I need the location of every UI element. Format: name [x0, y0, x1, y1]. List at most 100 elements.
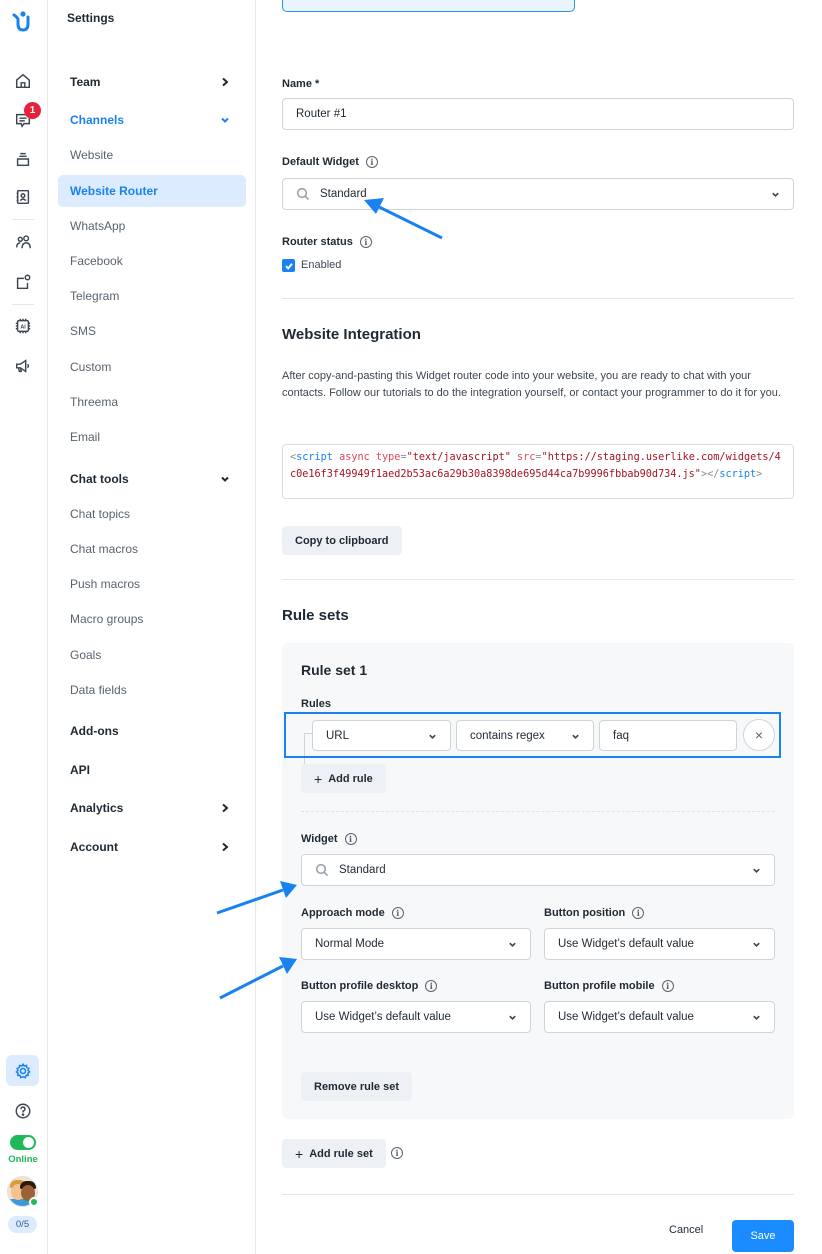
nav-item-chat-macros[interactable]: Chat macros [58, 533, 246, 565]
nav-title: Settings [67, 11, 115, 25]
add-rule-set-label: Add rule set [309, 1147, 373, 1160]
add-rule-set-button[interactable]: + Add rule set [282, 1139, 386, 1168]
search-icon [315, 863, 329, 877]
nav-item-channels[interactable]: Channels [58, 104, 246, 136]
info-icon[interactable]: i [632, 907, 645, 919]
chevron-down-icon [771, 190, 780, 199]
nav-item-push-macros[interactable]: Push macros [58, 568, 246, 600]
nav-item-data-fields[interactable]: Data fields [58, 674, 246, 706]
search-icon [296, 187, 310, 201]
avatar-online-dot [29, 1197, 39, 1207]
dashed-divider [301, 811, 775, 812]
chevron-down-icon [508, 1013, 517, 1022]
info-icon[interactable]: i [359, 236, 372, 248]
home-icon[interactable] [12, 70, 34, 92]
widget-label-text: Widget [301, 833, 338, 845]
info-icon[interactable]: i [391, 1147, 403, 1159]
button-profile-mobile-select[interactable]: Use Widget’s default value [544, 1001, 775, 1033]
copy-to-clipboard-button[interactable]: Copy to clipboard [282, 526, 402, 555]
section-divider [282, 298, 794, 299]
info-icon[interactable]: i [365, 156, 378, 168]
main-content: Name * Router #1 Default Widget i Standa… [256, 0, 822, 1254]
nav-item-telegram[interactable]: Telegram [58, 280, 246, 312]
nav-item-threema[interactable]: Threema [58, 386, 246, 418]
nav-item-custom[interactable]: Custom [58, 351, 246, 383]
nav-item-api[interactable]: API [58, 754, 246, 786]
info-icon[interactable]: i [391, 907, 404, 919]
annotation-highlight-box [284, 712, 781, 758]
add-rule-button[interactable]: + Add rule [301, 764, 386, 793]
default-widget-select[interactable]: Standard [282, 178, 794, 210]
rules-label: Rules [301, 698, 331, 710]
enabled-label[interactable]: Enabled [301, 259, 341, 271]
code-token: type [375, 452, 401, 463]
plus-icon: + [295, 1145, 304, 1162]
code-token: script [719, 469, 757, 480]
nav-item-analytics[interactable]: Analytics [58, 792, 246, 824]
nav-item-label: Analytics [70, 801, 124, 815]
info-icon[interactable]: i [425, 980, 438, 992]
button-profile-desktop-value: Use Widget’s default value [315, 1011, 451, 1023]
nav-item-chat-tools[interactable]: Chat tools [58, 463, 246, 495]
nav-item-whatsapp[interactable]: WhatsApp [58, 210, 246, 242]
add-rule-label: Add rule [328, 772, 373, 785]
integrations-icon[interactable] [12, 271, 34, 293]
approach-mode-label-text: Approach mode [301, 907, 385, 919]
router-status-label: Router status i [282, 236, 372, 248]
nav-item-goals[interactable]: Goals [58, 639, 246, 671]
rail-divider [12, 219, 34, 220]
name-input-value: Router #1 [296, 108, 347, 120]
code-token: async [339, 452, 370, 463]
nav-item-account[interactable]: Account [58, 831, 246, 863]
nav-item-facebook[interactable]: Facebook [58, 245, 246, 277]
nav-item-team[interactable]: Team [58, 66, 246, 98]
approach-mode-label: Approach mode i [301, 907, 404, 919]
button-profile-desktop-select[interactable]: Use Widget’s default value [301, 1001, 531, 1033]
chevron-right-icon [220, 841, 230, 852]
inbox-stack-icon[interactable] [12, 148, 34, 170]
info-icon[interactable]: i [344, 833, 357, 845]
code-token: ></ [700, 469, 720, 480]
nav-item-label: Channels [70, 113, 125, 127]
enabled-checkbox[interactable] [282, 259, 295, 272]
nav-item-email[interactable]: Email [58, 421, 246, 453]
button-position-select[interactable]: Use Widget’s default value [544, 928, 775, 960]
widget-select[interactable]: Standard [301, 854, 775, 886]
approach-mode-value: Normal Mode [315, 938, 385, 950]
nav-item-website-router[interactable]: Website Router [58, 175, 246, 207]
rule-sets-heading: Rule sets [282, 607, 349, 624]
help-icon[interactable] [12, 1100, 34, 1122]
remove-rule-set-button[interactable]: Remove rule set [301, 1072, 412, 1101]
scrolled-info-box [282, 0, 575, 12]
nav-item-macro-groups[interactable]: Macro groups [58, 603, 246, 635]
team-icon[interactable] [12, 231, 34, 253]
svg-text:AI: AI [20, 324, 26, 330]
approach-mode-select[interactable]: Normal Mode [301, 928, 531, 960]
chat-unread-badge: 1 [24, 102, 41, 119]
ai-chip-icon[interactable]: AI [12, 315, 34, 337]
megaphone-icon[interactable] [12, 355, 34, 377]
button-position-label-text: Button position [544, 907, 626, 919]
nav-item-sms[interactable]: SMS [58, 315, 246, 347]
logo-icon[interactable] [10, 8, 36, 34]
integration-description: After copy-and-pasting this Widget route… [282, 370, 781, 399]
chevron-down-icon [220, 114, 230, 124]
contacts-icon[interactable] [12, 186, 34, 208]
rail-divider [12, 304, 34, 305]
save-button[interactable]: Save [732, 1220, 794, 1252]
nav-item-chat-topics[interactable]: Chat topics [58, 498, 246, 530]
nav-item-add-ons[interactable]: Add-ons [58, 715, 246, 747]
info-icon[interactable]: i [661, 980, 674, 992]
name-label: Name * [282, 78, 320, 90]
name-input[interactable]: Router #1 [282, 98, 794, 130]
icon-rail: 1 AI Online 0/5 [0, 0, 48, 1254]
online-status-toggle[interactable] [10, 1135, 36, 1150]
settings-gear-icon[interactable] [6, 1055, 39, 1086]
cancel-button[interactable]: Cancel [669, 1224, 703, 1236]
router-status-label-text: Router status [282, 236, 353, 248]
embed-code-block[interactable]: <script async type="text/javascript" src… [282, 444, 794, 499]
nav-item-website[interactable]: Website [58, 139, 246, 171]
website-integration-heading: Website Integration [282, 326, 421, 343]
chat-capacity-pill: 0/5 [8, 1216, 37, 1233]
code-token: src [517, 452, 536, 463]
